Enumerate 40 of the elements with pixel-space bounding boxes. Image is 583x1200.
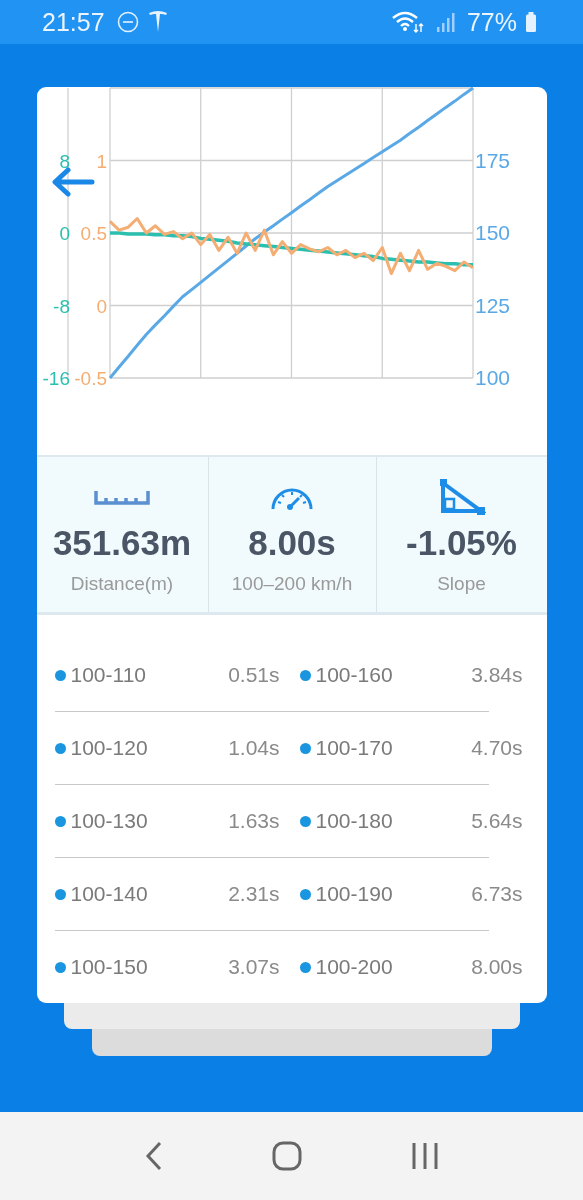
split-time: 0.51s [228, 663, 281, 687]
split-range: 100-120 [70, 736, 148, 760]
split-range: 100-110 [70, 663, 146, 687]
split-range: 100-160 [315, 663, 393, 687]
split-range: 100-190 [315, 882, 393, 906]
split-time: 3.07s [228, 955, 281, 979]
axis-label: -8 [52, 295, 70, 317]
stat-value: -1.05% [406, 523, 517, 563]
split-time: 2.31s [228, 882, 281, 906]
split-time: 4.70s [471, 736, 523, 760]
split-time: 6.73s [471, 882, 523, 906]
split-range: 100-150 [70, 955, 148, 979]
axis-label: 175 [474, 148, 510, 172]
stat-value: 8.00s [248, 523, 336, 563]
stat-label: Slope [437, 573, 486, 595]
split-range: 100-180 [315, 809, 393, 833]
split-time: 5.64s [471, 809, 523, 833]
axis-label: 0.5 [80, 223, 107, 244]
axis-label: 150 [474, 221, 510, 244]
split-range: 100-140 [70, 882, 148, 906]
axis-label: -16 [42, 368, 70, 389]
split-range: 100-170 [315, 736, 393, 760]
stat-label: 100–200 km/h [231, 573, 353, 595]
axis-label: 8 [58, 150, 70, 172]
split-time: 3.84s [471, 663, 523, 687]
axis-label: 100 [474, 366, 510, 389]
split-time: 8.00s [471, 955, 523, 979]
stat-value: 351.63m [52, 523, 192, 563]
axis-label: 0 [58, 223, 70, 244]
split-range: 100-130 [70, 809, 148, 833]
axis-label: 0 [95, 295, 107, 317]
axis-label: 1 [95, 150, 107, 172]
split-time: 1.63s [228, 809, 281, 833]
axis-label: -0.5 [73, 368, 107, 389]
battery-percent: 77% [466, 7, 517, 37]
split-range: 100-200 [315, 955, 393, 979]
clock: 21:57 [42, 7, 105, 37]
stat-label: Distance(m) [70, 573, 174, 595]
axis-label: 125 [474, 293, 510, 317]
split-time: 1.04s [228, 736, 281, 760]
